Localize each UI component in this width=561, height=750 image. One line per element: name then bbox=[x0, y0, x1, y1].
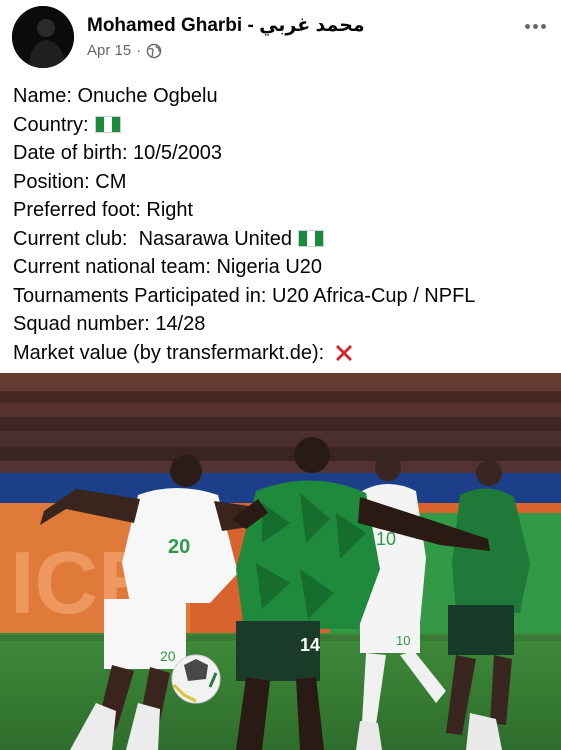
svg-text:14: 14 bbox=[300, 635, 320, 655]
text-line-position: Position: CM bbox=[13, 168, 553, 197]
football-icon bbox=[171, 654, 221, 704]
national-team-line: Current national team: Nigeria U20 bbox=[13, 256, 323, 278]
foot-line: Preferred foot: Right bbox=[13, 199, 194, 221]
text-line-name: Name: Onuche Ogbelu bbox=[13, 82, 553, 111]
meta-separator: · bbox=[136, 42, 142, 59]
red-cross-icon bbox=[336, 344, 353, 361]
text-line-tournaments: Tournaments Participated in: U20 Africa-… bbox=[13, 282, 553, 311]
globe-icon bbox=[146, 43, 162, 58]
avatar[interactable] bbox=[12, 6, 74, 68]
text-line-country: Country: bbox=[13, 111, 553, 140]
author-name[interactable]: Mohamed Gharbi - محمد غربي bbox=[87, 14, 365, 37]
text-line-club: Current club: Nasarawa United bbox=[13, 225, 553, 254]
nigeria-flag-icon bbox=[94, 116, 121, 134]
squad-line: Squad number: 14/28 bbox=[13, 313, 206, 335]
more-horizontal-icon bbox=[524, 23, 530, 29]
market-value-line: Market value (by transfermarkt.de): bbox=[13, 341, 325, 364]
text-line-market-value: Market value (by transfermarkt.de): bbox=[13, 339, 553, 368]
name-line: Name: Onuche Ogbelu bbox=[13, 85, 218, 107]
football-match-photo: ICE 10 10 20 20 14 bbox=[0, 373, 561, 750]
text-line-squad: Squad number: 14/28 bbox=[13, 310, 553, 339]
text-line-foot: Preferred foot: Right bbox=[13, 196, 553, 225]
position-line: Position: CM bbox=[13, 170, 127, 193]
country-line: Country: bbox=[13, 113, 89, 136]
avatar-silhouette-icon bbox=[12, 6, 74, 68]
nigeria-flag-icon bbox=[298, 230, 325, 248]
dob-line: Date of birth: 10/5/2003 bbox=[13, 142, 223, 164]
more-options-button[interactable] bbox=[521, 14, 549, 38]
club-line: Current club: Nasarawa United bbox=[13, 227, 293, 250]
text-line-national-team: Current national team: Nigeria U20 bbox=[13, 253, 553, 282]
post-photo[interactable]: ICE 10 10 20 20 14 bbox=[0, 373, 561, 750]
svg-text:10: 10 bbox=[396, 633, 410, 648]
svg-text:20: 20 bbox=[168, 536, 190, 558]
post-meta: Apr 15 · bbox=[87, 42, 162, 59]
text-line-dob: Date of birth: 10/5/2003 bbox=[13, 139, 553, 168]
tournaments-line: Tournaments Participated in: U20 Africa-… bbox=[13, 284, 476, 307]
post-header: Mohamed Gharbi - محمد غربي Apr 15 · bbox=[0, 0, 561, 80]
svg-text:20: 20 bbox=[160, 648, 176, 664]
post-date[interactable]: Apr 15 bbox=[87, 42, 131, 59]
post-text: Name: Onuche Ogbelu Country: Date of bir… bbox=[13, 82, 553, 367]
